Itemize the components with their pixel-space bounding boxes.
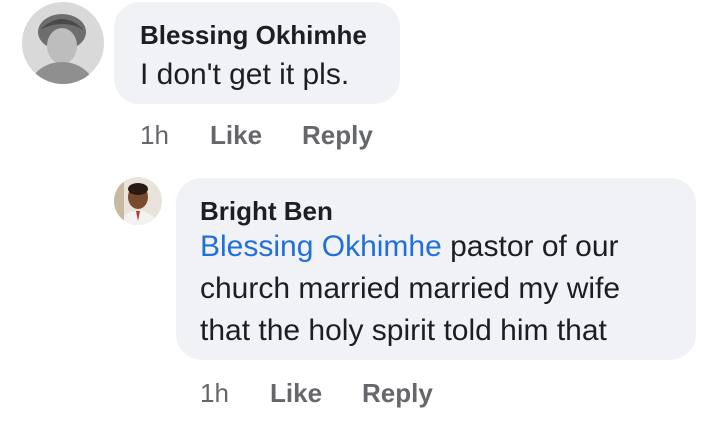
like-button[interactable]: Like [270, 378, 322, 408]
reply-text-line: church married married my wife [200, 272, 621, 305]
reply-bubble: Bright Ben Blessing Okhimhe pastor of ou… [176, 178, 696, 360]
mention-link[interactable]: Blessing Okhimhe [200, 230, 442, 263]
comment-bubble: Blessing Okhimhe I don't get it pls. [114, 2, 400, 104]
commenter-avatar-blessing[interactable] [22, 2, 104, 84]
reply-text-line: pastor of our [441, 230, 619, 263]
reply-text: Blessing Okhimhe pastor of our church ma… [200, 226, 620, 352]
reply-button[interactable]: Reply [362, 378, 433, 408]
comment-timestamp[interactable]: 1h [140, 120, 169, 150]
reply-text-line: that the holy spirit told him that [200, 314, 607, 347]
comment-author[interactable]: Blessing Okhimhe [140, 20, 367, 50]
reply-author[interactable]: Bright Ben [200, 196, 333, 226]
user-avatar-icon [114, 177, 162, 225]
reply-timestamp[interactable]: 1h [200, 378, 229, 408]
reply-button[interactable]: Reply [302, 120, 373, 150]
comment-text: I don't get it pls. [140, 58, 350, 91]
commenter-avatar-bright[interactable] [114, 177, 162, 225]
user-avatar-icon [22, 2, 104, 84]
like-button[interactable]: Like [210, 120, 262, 150]
